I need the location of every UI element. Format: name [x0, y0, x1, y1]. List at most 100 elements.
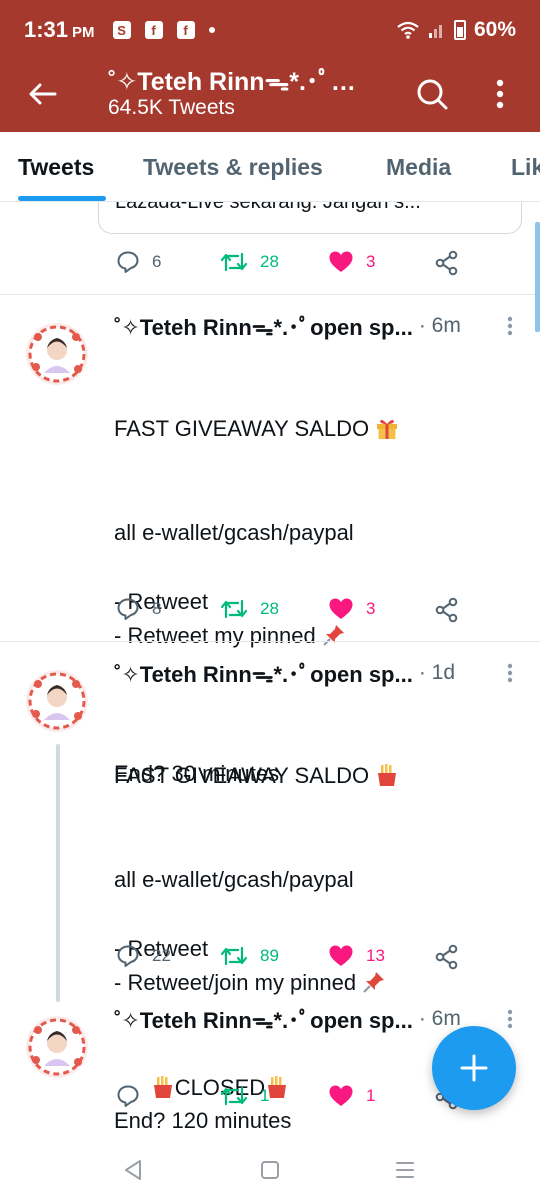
avatar-image [26, 670, 88, 732]
more-notifications-icon [208, 27, 215, 33]
recents-lines-icon [396, 1162, 414, 1178]
retweet-button[interactable]: 28 [220, 250, 279, 274]
tweet-menu-button[interactable] [500, 1004, 520, 1034]
active-tab-indicator [18, 196, 106, 201]
avatar-image [26, 323, 88, 385]
tweet-actions: 1 1 [116, 1084, 476, 1114]
retweet-button[interactable]: 28 [220, 597, 279, 621]
retweet-button[interactable]: 1 [220, 1084, 269, 1108]
author-name[interactable]: ˚✧Teteh Rinnᯓ*.･ﾟopen sp... [114, 310, 413, 342]
notification-icons: S f f [112, 21, 215, 39]
share-button[interactable] [434, 250, 460, 276]
gift-emoji-icon [377, 420, 398, 439]
tweet-item[interactable]: ˚✧Teteh Rinnᯓ*.･ﾟopen sp... · 1d FAST GI… [0, 642, 540, 1133]
back-button[interactable] [22, 74, 62, 114]
system-nav-bar [0, 1140, 540, 1200]
reply-icon [117, 945, 139, 967]
retweet-count: 1 [260, 1086, 270, 1105]
tab-tweets[interactable]: Tweets [18, 154, 94, 181]
retweet-icon [220, 946, 248, 966]
retweet-count: 89 [260, 946, 279, 965]
retweet-icon [220, 599, 248, 619]
status-right: 60% [396, 18, 516, 42]
tweet-time: · 6m [418, 1007, 461, 1030]
tweet-body-lines: all e-wallet/gcash/paypal - Retweet - Re… [114, 866, 357, 996]
tab-tweets-replies[interactable]: Tweets & replies [143, 154, 323, 181]
retweet-icon [220, 252, 248, 272]
tweet-time: · 6m [418, 314, 461, 337]
retweet-count: 28 [260, 599, 279, 618]
tweet-actions: 8 28 3 [116, 597, 476, 627]
tab-likes[interactable]: Lik [511, 154, 540, 181]
more-options-button[interactable] [480, 74, 520, 114]
like-button[interactable]: 13 [328, 944, 385, 968]
facebook-icon: f [144, 21, 163, 39]
author-name[interactable]: ˚✧Teteh Rinnᯓ*.･ﾟopen sp... [114, 657, 413, 689]
quoted-tweet-card[interactable]: Lazada-Live sekarang. Jangan s... [98, 202, 522, 234]
avatar[interactable] [26, 670, 88, 732]
heart-icon [329, 251, 353, 272]
like-count: 1 [366, 1086, 376, 1105]
heart-icon [329, 1085, 353, 1106]
share-icon [435, 250, 458, 276]
feed-scrollbar[interactable] [535, 222, 540, 332]
author-name[interactable]: ˚✧Teteh Rinnᯓ*.･ﾟopen sp... [114, 1003, 413, 1035]
avatar[interactable] [26, 1016, 88, 1078]
battery-level: 60% [473, 18, 516, 41]
facebook-icon: f [176, 21, 195, 39]
search-button[interactable] [412, 74, 452, 114]
reply-button[interactable] [116, 1084, 140, 1108]
nav-recents-button[interactable] [390, 1156, 420, 1184]
shopee-icon: S [112, 21, 131, 39]
status-bar: 1:31 PM S f f 60% [0, 0, 540, 60]
reply-icon [117, 1085, 139, 1107]
square-home-icon [261, 1161, 279, 1179]
nav-back-button[interactable] [118, 1156, 148, 1184]
fries-emoji-icon [378, 764, 397, 786]
share-icon [435, 944, 458, 970]
tweet-menu-button[interactable] [500, 658, 520, 688]
status-time: 1:31 PM [24, 17, 95, 42]
thread-connector [56, 744, 60, 1002]
tweet-actions: 22 89 13 [116, 944, 476, 974]
share-icon [435, 597, 458, 623]
profile-name: ˚✧Teteh Rinnᯓ*.･ﾟ… [108, 68, 356, 96]
reply-button[interactable]: 22 [116, 944, 171, 968]
tweet-menu-button[interactable] [500, 311, 520, 341]
nav-home-button[interactable] [255, 1156, 285, 1184]
more-vertical-icon [507, 316, 513, 336]
share-button[interactable] [434, 597, 460, 623]
retweet-count: 28 [260, 252, 279, 271]
tweet-feed[interactable]: Lazada-Live sekarang. Jangan s... 6 28 3 [0, 202, 540, 1140]
tweet-header: ˚✧Teteh Rinnᯓ*.･ﾟopen sp... · 1d [114, 658, 510, 688]
wifi-icon [397, 21, 419, 39]
more-vertical-icon [507, 1009, 513, 1029]
avatar[interactable] [26, 323, 88, 385]
like-button[interactable]: 1 [328, 1084, 375, 1108]
tweet-count: 64.5K Tweets [108, 96, 235, 119]
reply-count: 6 [152, 252, 162, 271]
reply-count: 8 [152, 599, 162, 618]
reply-count: 22 [152, 946, 171, 965]
profile-tabs: Tweets Tweets & replies Media Lik [0, 132, 540, 202]
tweet-item[interactable]: ˚✧Teteh Rinnᯓ*.･ﾟopen sp... · 6m FAST GI… [0, 295, 540, 786]
tweet-actions: 6 28 3 [116, 250, 476, 280]
reply-button[interactable]: 8 [116, 597, 161, 621]
retweet-icon [220, 1086, 248, 1106]
tab-media[interactable]: Media [386, 154, 451, 181]
compose-tweet-button[interactable] [432, 1026, 516, 1110]
retweet-button[interactable]: 89 [220, 944, 279, 968]
reply-button[interactable]: 6 [116, 250, 161, 274]
heart-icon [329, 598, 353, 619]
more-vertical-icon [507, 663, 513, 683]
like-button[interactable]: 3 [328, 250, 375, 274]
avatar-image [26, 1016, 88, 1078]
reply-icon [117, 251, 139, 273]
like-button[interactable]: 3 [328, 597, 375, 621]
arrow-left-icon [29, 83, 57, 105]
profile-header: ˚✧Teteh Rinnᯓ*.･ﾟ… 64.5K Tweets [0, 60, 540, 132]
heart-icon [329, 945, 353, 966]
more-vertical-icon [496, 79, 504, 109]
plus-icon [460, 1054, 488, 1082]
share-button[interactable] [434, 944, 460, 970]
